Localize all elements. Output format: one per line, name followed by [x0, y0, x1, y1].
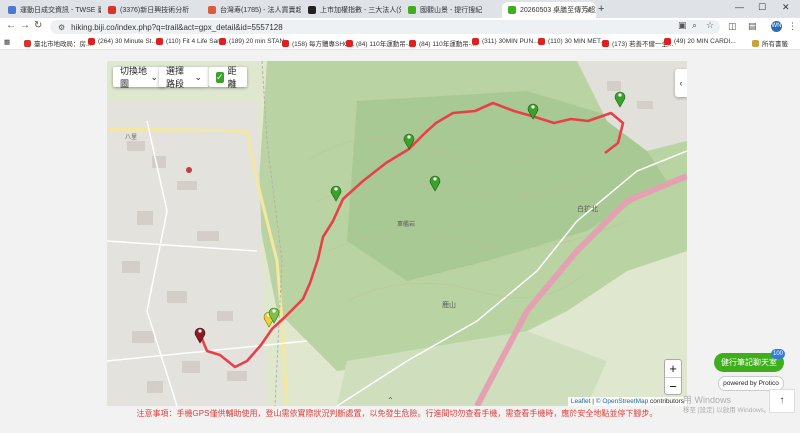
address-bar[interactable]: ⚙ hiking.biji.co/index.php?q=trail&act=g… — [50, 20, 720, 34]
select-route-button[interactable]: 選擇路段 ⌄ — [159, 66, 209, 89]
tab-title: 台灣寿(1785) - 法人買賣超 - 個 — [220, 7, 301, 14]
tab-favicon-icon — [208, 6, 216, 14]
new-tab-button[interactable]: + — [598, 3, 604, 15]
bookmark-item[interactable]: (84) 110年運動吊-... — [346, 38, 413, 48]
switch-map-button[interactable]: 切換地圖 ⌄ — [113, 66, 165, 89]
poi-marker[interactable] — [186, 167, 192, 173]
bookmark-item[interactable]: (84) 110年運動吊-... — [409, 38, 476, 48]
map-label: 白扩北 — [577, 204, 598, 213]
browser-tab[interactable]: 台灣寿(1785) - 法人買賣超 - 個 — [202, 2, 301, 18]
youtube-icon — [602, 39, 609, 47]
scroll-to-top-button[interactable]: ↑ — [769, 389, 795, 413]
maximize-icon[interactable]: ☐ — [758, 2, 766, 13]
bookmark-item[interactable]: (110) Fit 4 Life Sam... — [156, 38, 228, 45]
url-text: hiking.biji.co/index.php?q=trail&act=gpx… — [71, 22, 283, 32]
chat-unread-badge: 100 — [771, 349, 785, 359]
youtube-icon — [282, 39, 289, 47]
site-info-icon[interactable]: ⚙ — [58, 23, 65, 32]
bookmark-item[interactable]: (158) 每方體專SHO... — [282, 38, 354, 48]
tab-strip: 運動日成交資訊 - TWSE 臺灣證 (3376)新日興技術分析 台灣寿(178… — [0, 0, 800, 18]
zoom-icon[interactable]: ⌕ — [692, 20, 697, 31]
install-app-icon[interactable]: ▣ — [678, 20, 687, 31]
map-canvas[interactable]: 鹿山 白扩北 軍艦岩 八里 — [107, 61, 687, 406]
panel-collapse-button[interactable]: ‹ — [675, 69, 687, 97]
browser-toolbar: ← → ↻ ⚙ hiking.biji.co/index.php?q=trail… — [0, 18, 800, 36]
chevron-up-icon[interactable]: ⌃ — [387, 396, 394, 405]
chevron-down-icon: ⌄ — [150, 71, 158, 82]
side-panel-icon[interactable]: ▤ — [748, 21, 757, 32]
tab-favicon-icon — [8, 6, 16, 14]
windows-activation-hint: 移至 [設定] 以啟用 Windows。 — [683, 407, 771, 414]
chevron-down-icon: ⌄ — [194, 71, 202, 82]
tab-title: 國觀山景 - 提行搜紀 — [420, 7, 483, 14]
leaflet-link[interactable]: Leaflet — [571, 398, 591, 405]
bookmark-item[interactable]: (49) 20 MIN CARDI... — [664, 38, 736, 45]
bookmark-item[interactable]: (189) 20 min STAN... — [219, 38, 290, 45]
tab-favicon-icon — [108, 6, 116, 14]
youtube-icon — [156, 38, 163, 45]
map-attribution: Leaflet | © OpenStreetMap contributors — [567, 397, 687, 406]
bookmark-item[interactable]: (110) 30 MIN MET... — [538, 38, 606, 45]
back-icon[interactable]: ← — [6, 20, 16, 31]
close-window-icon[interactable]: ✕ — [782, 2, 790, 13]
extensions-icon[interactable]: ◫ — [728, 21, 737, 32]
youtube-icon — [346, 39, 353, 47]
menu-icon[interactable]: ⋮ — [788, 21, 797, 32]
zoom-control: + − — [664, 359, 682, 395]
tab-title: (3376)新日興技術分析 — [120, 7, 190, 14]
youtube-icon — [88, 38, 95, 45]
trail-map[interactable]: 鹿山 白扩北 軍艦岩 八里 切換地圖 ⌄ 選擇路段 ⌄ ✓ 距離 ‹ + − L… — [107, 61, 687, 406]
bookmark-star-icon[interactable]: ☆ — [706, 20, 714, 31]
browser-tab[interactable]: 運動日成交資訊 - TWSE 臺灣證 — [2, 2, 101, 18]
arrow-up-icon: ↑ — [779, 395, 785, 406]
bookmarks-bar: ▦ 臺北市地政局：房... (264) 30 Minute St... (110… — [0, 36, 800, 50]
all-bookmarks-folder[interactable]: 所有書籤 — [752, 38, 788, 48]
forward-icon[interactable]: → — [20, 20, 30, 31]
bookmark-item[interactable]: (264) 30 Minute St... — [88, 38, 157, 45]
bookmark-item[interactable]: (173) 若善不健一全... — [602, 38, 673, 48]
folder-icon — [752, 39, 759, 47]
zoom-in-button[interactable]: + — [665, 360, 681, 378]
bookmark-favicon-icon — [24, 39, 31, 47]
browser-tab[interactable]: 國觀山景 - 提行搜紀 — [402, 2, 501, 18]
browser-tab[interactable]: (3376)新日興技術分析 — [102, 2, 201, 18]
tab-title: 運動日成交資訊 - TWSE 臺灣證 — [20, 7, 101, 14]
map-label: 鹿山 — [442, 300, 456, 309]
browser-tab[interactable]: 上市加權指數 - 三大法人(外資) — [302, 2, 401, 18]
minimize-icon[interactable]: — — [735, 2, 744, 12]
tab-favicon-icon — [308, 6, 316, 14]
checkbox-checked-icon[interactable]: ✓ — [216, 71, 224, 83]
apps-icon[interactable]: ▦ — [4, 38, 10, 46]
distance-toggle[interactable]: ✓ 距離 — [209, 66, 247, 89]
osm-link[interactable]: © OpenStreetMap — [596, 398, 648, 405]
youtube-icon — [219, 38, 226, 45]
zoom-out-button[interactable]: − — [665, 378, 681, 395]
chevron-left-icon: ‹ — [679, 78, 683, 88]
safety-notice: 注意事項：手機GPS僅供輔助使用，登山需依實際狀況判斷處置，以免發生危險。行進間… — [136, 409, 658, 418]
profile-avatar[interactable]: WN — [771, 21, 782, 32]
tab-favicon-icon — [408, 6, 416, 14]
youtube-icon — [472, 38, 479, 45]
map-label: 八里 — [125, 134, 137, 141]
reload-icon[interactable]: ↻ — [34, 20, 42, 31]
youtube-icon — [409, 39, 416, 47]
map-label: 軍艦岩 — [397, 220, 415, 228]
browser-tab-active[interactable]: 20260503 桌膳至傳芳超之中午 ✕ — [502, 2, 596, 18]
bookmark-item[interactable]: (311) 30MIN PUN... — [472, 38, 539, 45]
youtube-icon — [538, 38, 545, 45]
tab-title: 上市加權指數 - 三大法人(外資) — [320, 7, 401, 14]
tab-favicon-icon — [508, 6, 516, 14]
bookmark-item[interactable]: 臺北市地政局：房... — [24, 38, 91, 48]
youtube-icon — [664, 38, 671, 45]
close-tab-icon[interactable]: ✕ — [585, 6, 592, 15]
